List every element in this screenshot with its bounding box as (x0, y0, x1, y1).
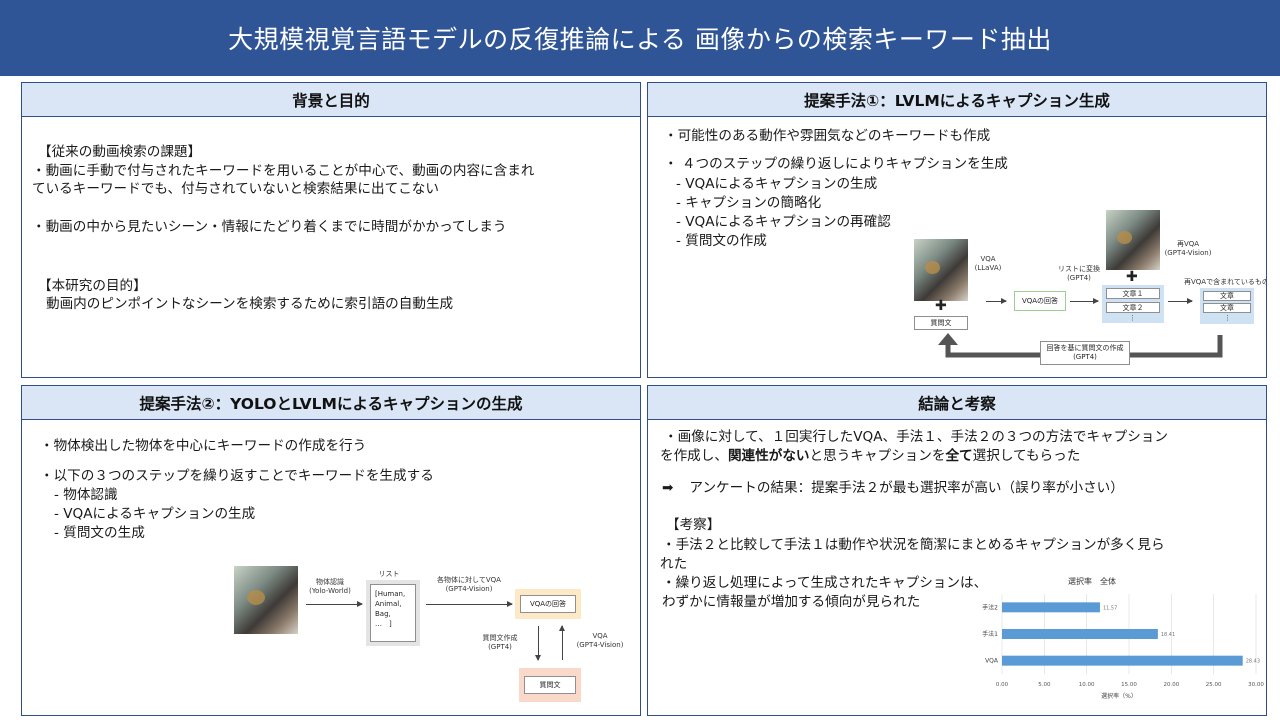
arrow-up (559, 625, 565, 660)
method1-step-2: - キャプションの簡略化 (676, 195, 822, 211)
vqa-answer-box: VQAの回答 (1014, 291, 1066, 311)
discussion-line-3: ・繰り返し処理によって生成されたキャプションは、 (662, 575, 988, 591)
discussion-line-4: わずかに情報量が増加する傾向が見られた (662, 594, 921, 610)
issue-title: 【従来の動画検索の課題】 (38, 144, 202, 160)
chart-title: 選択率 全体 (1068, 576, 1116, 586)
vqa-answer-area: VQAの回答 (515, 589, 581, 619)
ellipsis: ⋮ (1129, 314, 1136, 322)
panel-background-purpose: 背景と目的 【従来の動画検索の課題】 ・動画に手動で付与されたキーワードを用いる… (21, 82, 641, 378)
x-tick-label: 25.00 (1206, 682, 1222, 688)
panel-conclusion: 結論と考察 ・画像に対して、１回実行したVQA、手法１、手法２の３つの方法でキャ… (647, 385, 1267, 716)
arrow (306, 601, 363, 607)
arrow (1168, 298, 1193, 304)
method1-bullet-1: ・可能性のある動作や雰囲気などのキーワードも作成 (664, 128, 991, 144)
text-segment: 選択してもらった (972, 448, 1081, 464)
question-gen-label: 質問文作成 (GPT4) (482, 634, 518, 651)
text-segment: と思うキャプションを (809, 448, 946, 464)
sentence-list: 文章１ 文章２ ⋮ (1102, 285, 1164, 323)
method1-step-3: - VQAによるキャプションの再確認 (676, 214, 891, 230)
discussion-line-1: ・手法２と比較して手法１は動作や状況を簡潔にまとめるキャプションが多く見ら (662, 537, 1165, 553)
input-photo (914, 239, 968, 301)
conclusion-line-2: を作成し、関連性がないと思うキャプションを全て選択してもらった (660, 447, 1080, 466)
method2-bullet-2: ・以下の３つのステップを繰り返すことでキーワードを生成する (40, 468, 434, 484)
panel-heading: 提案手法②：YOLOとLVLMによるキャプションの生成 (22, 386, 640, 420)
question-box: 質問文 (914, 316, 968, 330)
right-arrow-icon: ➡ (662, 480, 674, 496)
bar (1002, 655, 1243, 666)
purpose-line: 動画内のピンポイントなシーンを検索するために索引語の自動生成 (46, 296, 454, 312)
category-label: 手法2 (982, 603, 998, 611)
method2-step-3: - 質問文の生成 (54, 525, 145, 541)
x-tick-label: 10.00 (1079, 682, 1095, 688)
list-convert-label: リストに変換 (GPT4) (1058, 265, 1100, 282)
data-label: 18.41 (1161, 632, 1175, 638)
issue-line-2: ているキーワードでも、付与されていないと検索結果に出てこない (32, 181, 439, 197)
plus-icon: ✚ (1126, 269, 1138, 285)
plus-icon: ✚ (935, 298, 947, 314)
result-text: アンケートの結果：提案手法２が最も選択率が高い（誤り率が小さい） (689, 480, 1124, 496)
object-rec-label: 物体認識 (Yolo-World) (309, 578, 351, 595)
list-title: リスト (378, 570, 400, 578)
x-axis-label: 選択率（%） (1101, 692, 1137, 700)
method2-bullet-1: ・物体検出した物体を中心にキーワードの作成を行う (40, 438, 367, 454)
result-line: ➡ アンケートの結果：提案手法２が最も選択率が高い（誤り率が小さい） (662, 479, 1124, 498)
method1-step-1: - VQAによるキャプションの生成 (676, 176, 878, 192)
text-segment: を作成し、 (660, 448, 728, 464)
x-tick-label: 0.00 (996, 682, 1009, 688)
page-title: 大規模視覚言語モデルの反復推論による 画像からの検索キーワード抽出 (0, 0, 1280, 76)
category-label: 手法1 (982, 630, 998, 638)
question-area: 質問文 (519, 668, 581, 702)
revqa-contained-label: 再VQAで含まれているもの (1184, 278, 1266, 286)
contained-sentence-2: 文章 (1203, 303, 1251, 313)
input-photo-2 (1106, 210, 1160, 270)
list-box: [Human, Animal, Bag, … ] (366, 580, 420, 646)
selection-rate-chart: 選択率 全体 0.00 5.00 10.00 15.00 20.00 25.00 30.00 手… (982, 576, 1264, 700)
method1-bullet-2: ・ ４つのステップの繰り返しによりキャプションを生成 (664, 156, 1008, 172)
purpose-title: 【本研究の目的】 (38, 278, 147, 294)
data-label: 11.57 (1103, 605, 1117, 611)
category-label: VQA (985, 658, 999, 665)
contained-sentence-1: 文章 (1203, 291, 1251, 301)
x-tick-label: 15.00 (1121, 682, 1137, 688)
panel-method-2: 提案手法②：YOLOとLVLMによるキャプションの生成 ・物体検出した物体を中心… (21, 385, 641, 716)
arrow (986, 298, 1007, 304)
method2-step-1: - 物体認識 (54, 487, 118, 503)
per-object-label: 各物体に対してVQA (GPT4-Vision) (437, 576, 501, 593)
emphasis-no-relevance: 関連性がない (727, 448, 810, 464)
sentence-2: 文章２ (1106, 302, 1160, 313)
arrow (426, 601, 513, 607)
input-photo (234, 566, 298, 634)
arrow-down (535, 626, 541, 661)
emphasis-all: 全て (945, 448, 973, 464)
vqa-llava-label: VQA (LLaVA) (974, 255, 1002, 272)
discussion-line-2: れた (660, 556, 688, 572)
data-label: 28.43 (1246, 659, 1260, 665)
ellipsis: ⋮ (1224, 314, 1231, 322)
panel-heading: 結論と考察 (648, 386, 1266, 420)
x-tick-label: 30.00 (1248, 682, 1264, 688)
bar (1002, 602, 1100, 613)
panel-method-1: 提案手法①：LVLMによるキャプション生成 ・可能性のある動作や雰囲気などのキー… (647, 82, 1267, 378)
question-box: 質問文 (524, 676, 576, 694)
method1-step-4: - 質問文の作成 (676, 233, 767, 249)
issue-line-1: ・動画に手動で付与されたキーワードを用いることが中心で、動画の内容に含まれ (32, 163, 535, 179)
bar (1002, 629, 1158, 639)
discussion-title: 【考察】 (666, 517, 721, 533)
vqa-answer-box: VQAの回答 (520, 595, 576, 613)
arrow (1070, 298, 1099, 304)
issue-line-3: ・動画の中から見たいシーン・情報にたどり着くまでに時間がかかってしまう (32, 219, 507, 235)
conclusion-line-1: ・画像に対して、１回実行したVQA、手法１、手法２の３つの方法でキャプション (664, 429, 1168, 445)
x-tick-label: 5.00 (1038, 682, 1051, 688)
list-content: [Human, Animal, Bag, … ] (370, 584, 416, 642)
revqa-label: 再VQA (GPT4-Vision) (1164, 240, 1212, 257)
x-tick-label: 20.00 (1163, 682, 1179, 688)
contained-list: 文章 文章 ⋮ (1200, 288, 1254, 324)
sentence-1: 文章１ (1106, 288, 1160, 299)
method2-step-2: - VQAによるキャプションの生成 (54, 506, 256, 522)
panel-heading: 提案手法①：LVLMによるキャプション生成 (648, 83, 1266, 117)
panel-heading: 背景と目的 (22, 83, 640, 117)
loop-question-box: 回答を基に質問文の作成 (GPT4) (1040, 341, 1130, 365)
vqa2-label: VQA (GPT4-Vision) (576, 632, 624, 649)
